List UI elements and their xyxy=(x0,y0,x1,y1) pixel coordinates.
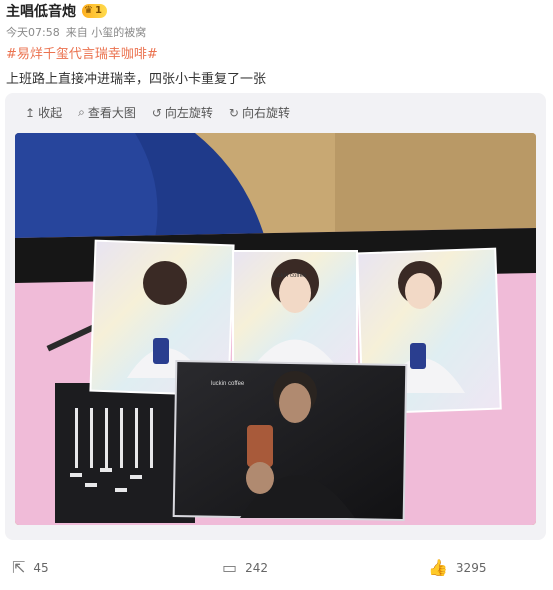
post-header: 主唱低音炮 ♛ 1 xyxy=(6,0,107,22)
action-bar: ⇱ 45 ▭ 242 👍 3295 xyxy=(0,558,553,586)
like-icon: 👍 xyxy=(428,558,448,577)
post-photo[interactable]: luckin coffee luckin coffee xyxy=(15,133,536,525)
view-large-label: 查看大图 xyxy=(87,106,136,120)
collapse-up-icon: ↥ xyxy=(25,105,36,120)
vip-level: 1 xyxy=(94,5,102,16)
comment-count: 242 xyxy=(245,560,269,575)
post-source[interactable]: 来自 小玺的被窝 xyxy=(66,24,147,40)
view-large-button[interactable]: ⌕ 查看大图 xyxy=(78,104,136,121)
media-container: ↥ 收起 ⌕ 查看大图 ↺ 向左旋转 ↻ 向右旋转 luckin coffee … xyxy=(5,93,546,540)
collapse-label: 收起 xyxy=(38,106,63,120)
author-name[interactable]: 主唱低音炮 xyxy=(6,1,76,21)
topic-link[interactable]: #易烊千玺代言瑞幸咖啡# xyxy=(6,43,158,62)
card-2 xyxy=(232,250,358,374)
rotate-right-button[interactable]: ↻ 向右旋转 xyxy=(229,104,290,121)
post-text: 上班路上直接冲进瑞幸，四张小卡重复了一张 xyxy=(6,72,267,87)
like-count: 3295 xyxy=(455,560,487,575)
repost-count: 45 xyxy=(33,560,49,575)
zoom-icon: ⌕ xyxy=(78,105,85,119)
comment-button[interactable]: ▭ 242 xyxy=(222,558,268,577)
card-brand-text-dark: luckin coffee xyxy=(211,381,245,387)
card-4 xyxy=(172,359,408,522)
weibo-post: 主唱低音炮 ♛ 1 今天07:58 来自 小玺的被窝 #易烊千玺代言瑞幸咖啡# … xyxy=(0,0,553,590)
rotate-right-icon: ↻ xyxy=(228,105,239,120)
rotate-left-label: 向左旋转 xyxy=(164,106,213,120)
crown-icon: ♛ xyxy=(84,5,93,16)
vip-badge[interactable]: ♛ 1 xyxy=(82,4,107,18)
repost-icon: ⇱ xyxy=(12,558,26,577)
repost-button[interactable]: ⇱ 45 xyxy=(12,558,49,577)
post-time[interactable]: 今天07:58 xyxy=(6,24,60,40)
rotate-left-icon: ↺ xyxy=(151,105,162,120)
rotate-left-button[interactable]: ↺ 向左旋转 xyxy=(152,104,213,121)
rotate-right-label: 向右旋转 xyxy=(241,106,290,120)
media-toolbar: ↥ 收起 ⌕ 查看大图 ↺ 向左旋转 ↻ 向右旋转 xyxy=(25,104,290,121)
collapse-button[interactable]: ↥ 收起 xyxy=(25,104,62,121)
card-brand-text: luckin coffee xyxy=(273,273,307,279)
like-button[interactable]: 👍 3295 xyxy=(428,558,486,577)
comment-icon: ▭ xyxy=(222,558,238,577)
post-meta: 今天07:58 来自 小玺的被窝 xyxy=(6,24,146,40)
